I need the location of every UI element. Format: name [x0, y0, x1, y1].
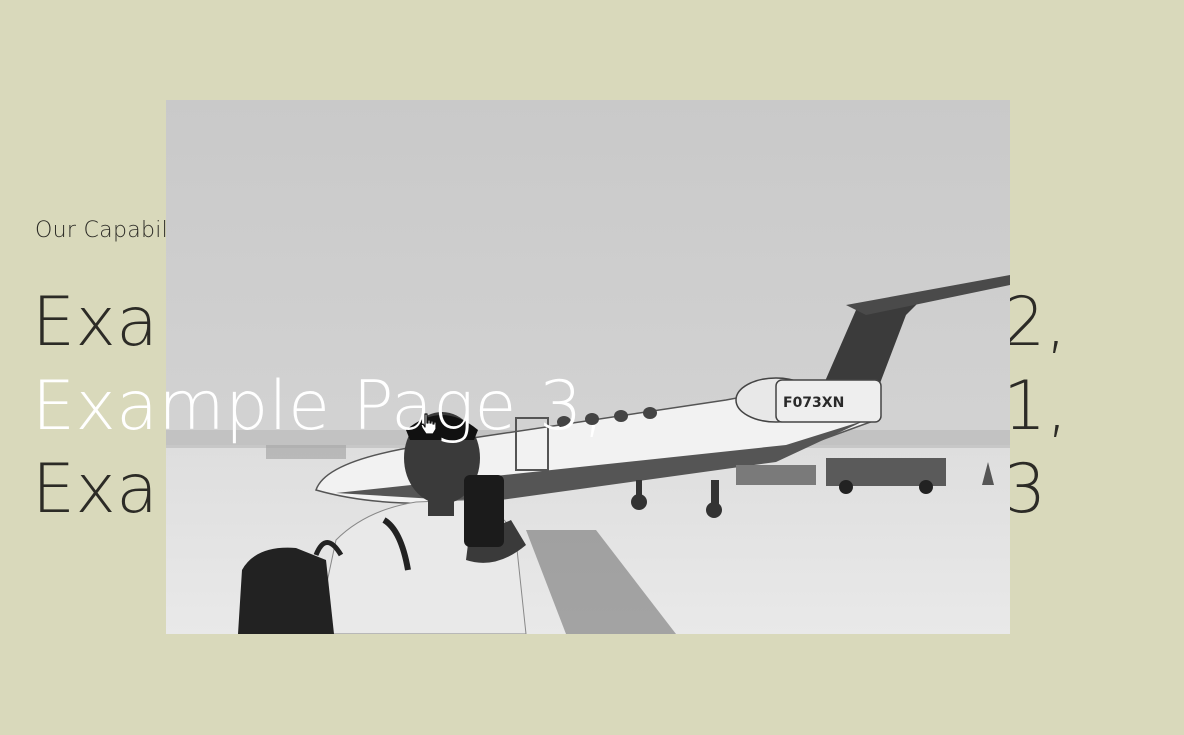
- capability-link-2-tail[interactable]: 1,: [1003, 373, 1068, 441]
- capability-link-1-tail[interactable]: 2,: [1002, 289, 1067, 357]
- aircraft-registration: F073XN: [783, 395, 844, 411]
- pointer-hand-icon: [418, 412, 440, 436]
- capability-link-2-hovered[interactable]: Example Page 3,: [32, 373, 605, 441]
